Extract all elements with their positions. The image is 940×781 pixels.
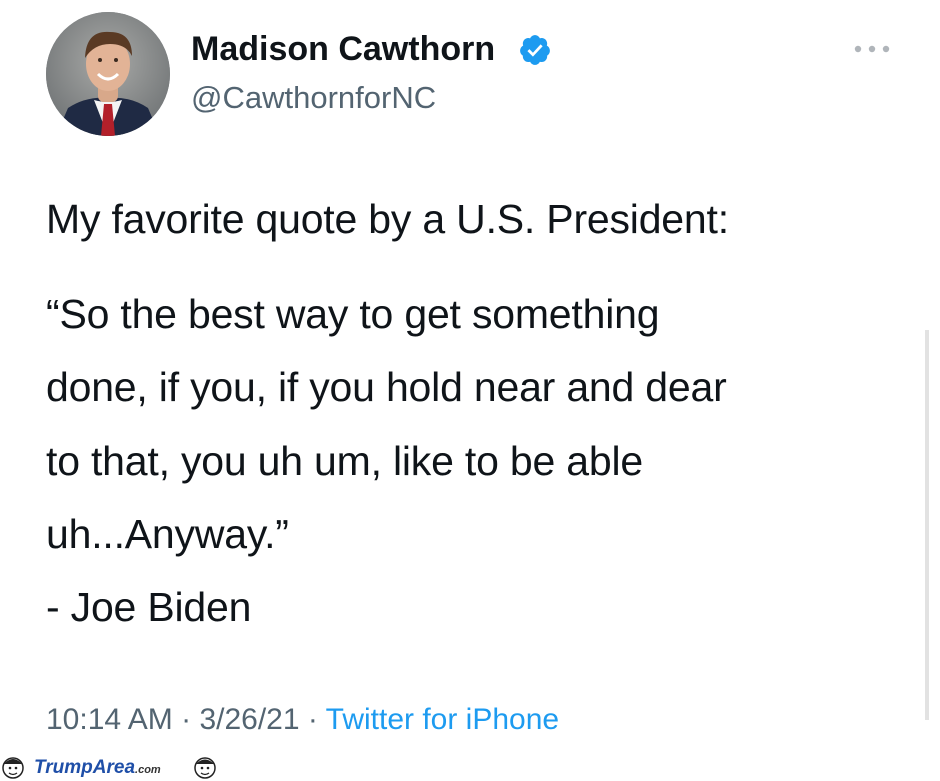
tweet-card: Madison Cawthorn @CawthornforNC My favor… (0, 0, 940, 781)
tweet-text-line: - Joe Biden (46, 584, 252, 630)
author-handle[interactable]: @CawthornforNC (191, 80, 436, 116)
author-name[interactable]: Madison Cawthorn (191, 30, 495, 69)
tweet-text-line: “So the best way to get something (46, 291, 660, 337)
meta-separator: · (172, 703, 200, 736)
more-options-icon[interactable] (852, 42, 892, 56)
meta-separator: · (299, 703, 326, 736)
tweet-text-line: done, if you, if you hold near and dear (46, 364, 727, 410)
watermark-brand: TrumpArea (34, 757, 136, 778)
avatar-portrait (46, 12, 170, 136)
avatar[interactable] (46, 12, 170, 136)
verified-badge-icon (520, 35, 550, 65)
watermark-suffix: .com (135, 764, 161, 776)
tweet-metadata: 10:14 AM · 3/26/21 · Twitter for iPhone (46, 703, 559, 737)
tweet-date[interactable]: 3/26/21 (199, 703, 299, 736)
tweet-time[interactable]: 10:14 AM (46, 703, 173, 736)
tweet-text-line: to that, you uh um, like to be able (46, 438, 643, 484)
tweet-source-link[interactable]: Twitter for iPhone (326, 703, 559, 736)
scroll-edge (925, 330, 929, 720)
watermark-text: TrumpArea.com (34, 757, 161, 779)
tweet-text-line: My favorite quote by a U.S. President: (46, 196, 729, 242)
tweet-text-line: uh...Anyway.” (46, 511, 289, 557)
